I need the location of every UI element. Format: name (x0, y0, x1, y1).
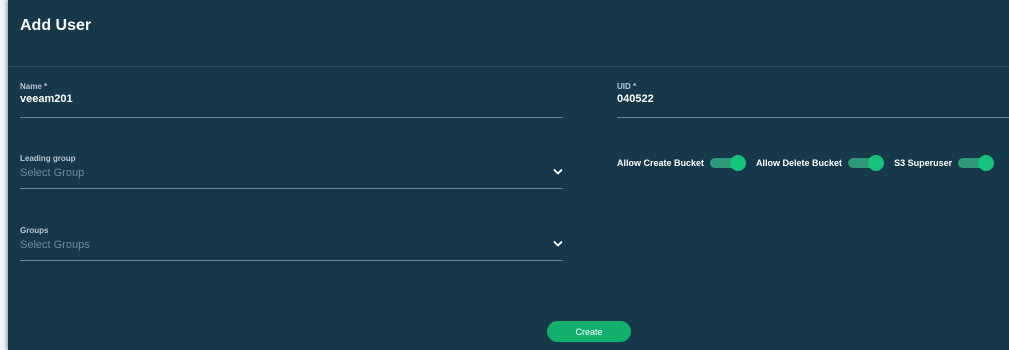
s3-superuser-switch[interactable] (958, 155, 995, 171)
name-input[interactable]: veeam201 (20, 93, 73, 105)
uid-underline (617, 117, 1009, 118)
dialog-title: Add User (20, 17, 92, 34)
switch-knob (978, 155, 995, 171)
toggle-label: S3 Superuser (894, 158, 953, 168)
permission-toggles: Allow Create Bucket Allow Delete Bucket … (617, 154, 1004, 172)
name-underline (20, 117, 563, 118)
allow-create-bucket-switch[interactable] (710, 155, 747, 171)
leading-group-label: Leading group (20, 154, 76, 163)
chevron-down-icon[interactable] (553, 240, 563, 248)
add-user-dialog: Add User Name * veeam201 UID * 040522 Le… (8, 0, 1009, 350)
uid-label: UID * (617, 82, 637, 91)
toggle-label: Allow Delete Bucket (756, 158, 843, 168)
allow-delete-bucket-switch[interactable] (848, 155, 885, 171)
name-field[interactable]: Name * veeam201 (20, 82, 563, 118)
uid-field[interactable]: UID * 040522 (617, 82, 1009, 118)
toggle-s3-superuser: S3 Superuser (894, 155, 995, 171)
toggle-allow-delete-bucket: Allow Delete Bucket (756, 155, 885, 171)
switch-knob (730, 155, 747, 171)
groups-select[interactable]: Groups Select Groups (20, 226, 563, 261)
toggle-label: Allow Create Bucket (617, 158, 705, 168)
create-button[interactable]: Create (547, 321, 631, 342)
uid-input[interactable]: 040522 (617, 93, 654, 105)
name-label: Name * (20, 82, 48, 91)
leading-group-placeholder: Select Group (20, 167, 85, 179)
leading-group-select[interactable]: Leading group Select Group (20, 154, 563, 189)
groups-underline (20, 260, 563, 261)
switch-knob (868, 155, 885, 171)
groups-label: Groups (20, 226, 49, 235)
toggle-allow-create-bucket: Allow Create Bucket (617, 155, 747, 171)
chevron-down-icon[interactable] (553, 168, 563, 176)
leading-group-underline (20, 188, 563, 189)
dialog-header: Add User (8, 0, 1009, 67)
groups-placeholder: Select Groups (20, 239, 90, 251)
